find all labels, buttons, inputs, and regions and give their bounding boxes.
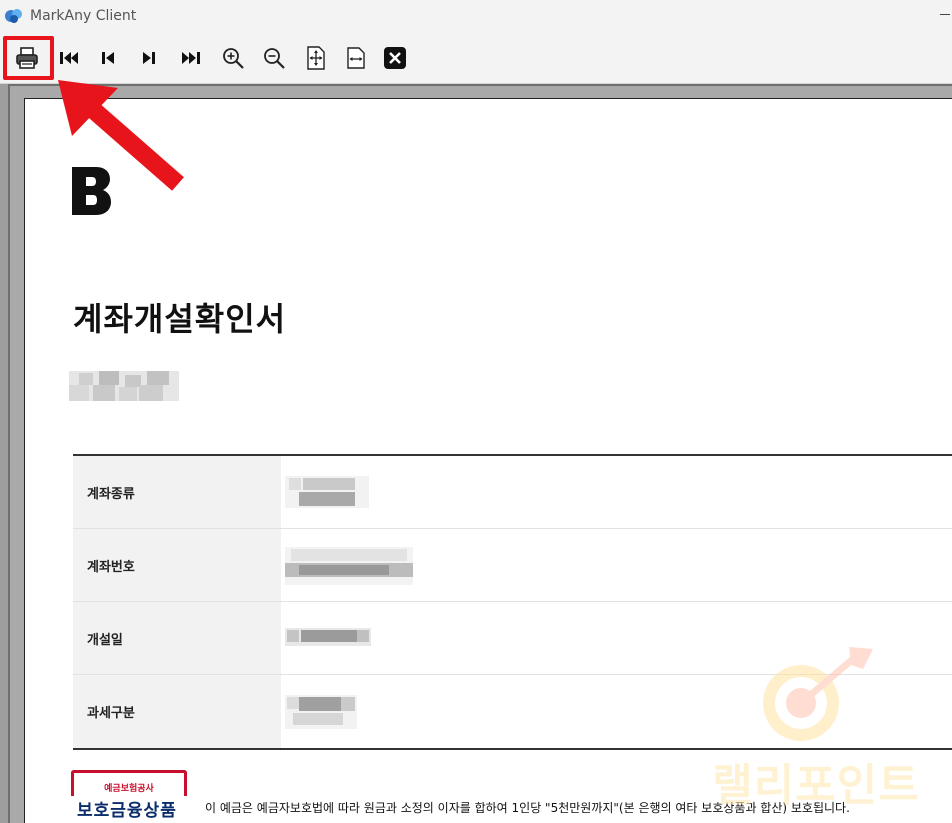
fit-width-icon: [347, 47, 365, 69]
skip-last-icon: [182, 52, 200, 64]
row-label-account-type: 계좌종류: [73, 456, 281, 528]
skip-first-icon: [60, 52, 78, 64]
row-label-tax-type: 과세구분: [73, 675, 281, 748]
previous-page-button[interactable]: [92, 42, 124, 74]
zoom-in-icon: [223, 48, 244, 69]
table-row: 계좌번호: [73, 529, 952, 602]
title-bar: MarkAny Client: [0, 0, 952, 32]
deposit-protection-badge: 예금보험공사 보호금융상품: [71, 770, 187, 823]
row-label-account-number: 계좌번호: [73, 529, 281, 601]
table-row: 계좌종류: [73, 456, 952, 529]
zoom-out-icon: [264, 48, 285, 69]
row-value-account-number: [281, 529, 952, 601]
close-icon: [384, 47, 406, 69]
table-row: 과세구분: [73, 675, 952, 748]
bank-logo-icon: [72, 167, 111, 215]
next-page-button[interactable]: [133, 42, 165, 74]
row-value-tax-type: [281, 675, 952, 748]
badge-label: 보호금융상품: [77, 801, 177, 821]
redacted-value: [285, 547, 413, 585]
badge-issuer: 예금보험공사: [71, 770, 187, 796]
redacted-value: [285, 476, 369, 508]
last-page-button[interactable]: [175, 42, 207, 74]
redacted-value: [285, 628, 371, 646]
fit-page-button[interactable]: [300, 42, 332, 74]
printer-icon: [16, 47, 38, 69]
markany-logo-icon: [4, 6, 24, 26]
next-icon: [143, 52, 155, 64]
zoom-in-button[interactable]: [217, 42, 249, 74]
account-info-table: 계좌종류 계좌번호 개설일 과세구분: [73, 454, 952, 750]
document-page: 계좌개설확인서 계좌종류 계좌번호 개설일 과세구분 예금보험공사 보호금융상품…: [24, 98, 952, 823]
row-label-open-date: 개설일: [73, 602, 281, 674]
first-page-button[interactable]: [53, 42, 85, 74]
deposit-protection-notice: 이 예금은 예금자보호법에 따라 원금과 소정의 이자를 합하여 1인당 "5천…: [205, 801, 850, 815]
previous-icon: [102, 52, 114, 64]
window-title: MarkAny Client: [30, 8, 137, 24]
markany-client-window: MarkAny Client 계좌개설확인서 계좌종류 계좌번호 개설일 과세구…: [0, 0, 952, 823]
viewer-toolbar: [0, 32, 952, 84]
print-button[interactable]: [11, 42, 43, 74]
row-value-open-date: [281, 602, 952, 674]
fit-page-icon: [307, 46, 325, 70]
zoom-out-button[interactable]: [258, 42, 290, 74]
redacted-value: [285, 695, 357, 729]
document-title: 계좌개설확인서: [73, 300, 287, 338]
fit-width-button[interactable]: [340, 42, 372, 74]
row-value-account-type: [281, 456, 952, 528]
redacted-name: [69, 371, 179, 401]
minimize-icon[interactable]: [940, 14, 950, 15]
table-row: 개설일: [73, 602, 952, 675]
close-button[interactable]: [379, 42, 411, 74]
